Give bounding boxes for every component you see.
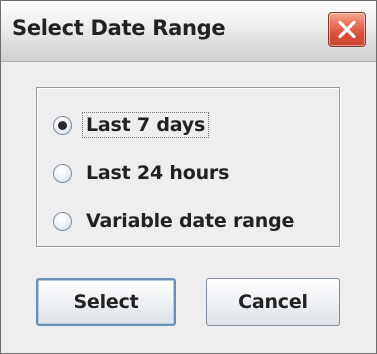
close-icon: [338, 20, 356, 39]
radio-button-icon[interactable]: [53, 115, 72, 135]
radio-selected-dot: [58, 120, 67, 130]
dialog-title: Select Date Range: [12, 16, 226, 40]
radio-last-7-days[interactable]: Last 7 days: [53, 108, 210, 142]
radio-button-icon[interactable]: [53, 163, 72, 183]
select-button[interactable]: Select: [36, 278, 176, 326]
radio-last-24-hours[interactable]: Last 24 hours: [53, 156, 232, 190]
radio-label-last-24-hours: Last 24 hours: [86, 162, 230, 184]
cancel-button[interactable]: Cancel: [206, 278, 340, 326]
date-range-dialog: Select Date Range Last 7 days Last 24 ho…: [0, 0, 377, 354]
radio-variable-date-range[interactable]: Variable date range: [53, 204, 297, 238]
radio-label-last-7-days: Last 7 days: [81, 112, 210, 138]
radio-button-icon[interactable]: [53, 211, 72, 231]
close-button[interactable]: [328, 12, 366, 47]
radio-label-variable-date-range: Variable date range: [86, 210, 295, 232]
title-bar[interactable]: Select Date Range: [1, 1, 376, 62]
